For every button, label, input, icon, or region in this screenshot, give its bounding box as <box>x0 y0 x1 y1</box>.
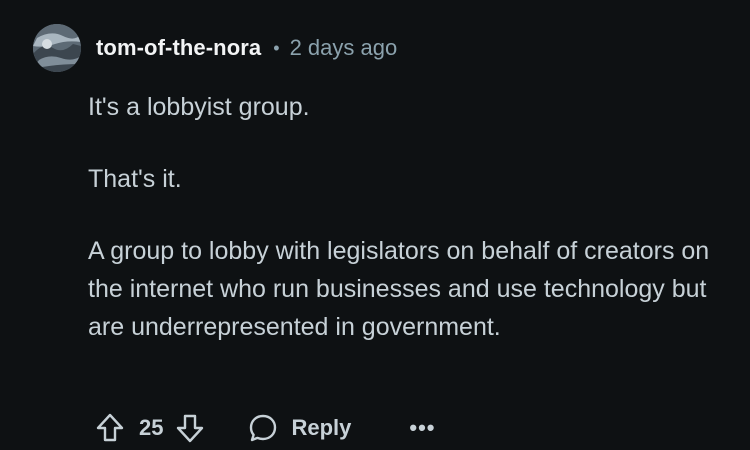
comment-paragraph: A group to lobby with legislators on beh… <box>88 237 710 341</box>
vote-score: 25 <box>139 415 164 440</box>
downvote-icon[interactable] <box>175 412 205 444</box>
comment-timestamp[interactable]: 2 days ago <box>290 35 398 61</box>
upvote-icon[interactable] <box>95 412 125 444</box>
reply-label: Reply <box>291 415 352 440</box>
reply-button[interactable]: Reply <box>247 412 351 444</box>
user-avatar[interactable] <box>33 24 81 72</box>
comment: tom-of-the-nora • 2 days ago It's a lobb… <box>0 0 750 450</box>
username-link[interactable]: tom-of-the-nora <box>96 35 261 61</box>
comment-header: tom-of-the-nora • 2 days ago <box>96 33 397 63</box>
comment-paragraph: It's a lobbyist group. <box>88 93 310 121</box>
comment-actions: 25 Reply ••• <box>95 408 436 448</box>
speech-bubble-icon <box>247 412 279 444</box>
more-options-ellipsis-icon[interactable]: ••• <box>409 415 435 441</box>
comment-paragraph: That's it. <box>88 165 182 193</box>
avatar-image <box>33 24 81 72</box>
comment-body: It's a lobbyist group. That's it. A grou… <box>88 88 728 380</box>
meta-separator: • <box>273 37 280 58</box>
